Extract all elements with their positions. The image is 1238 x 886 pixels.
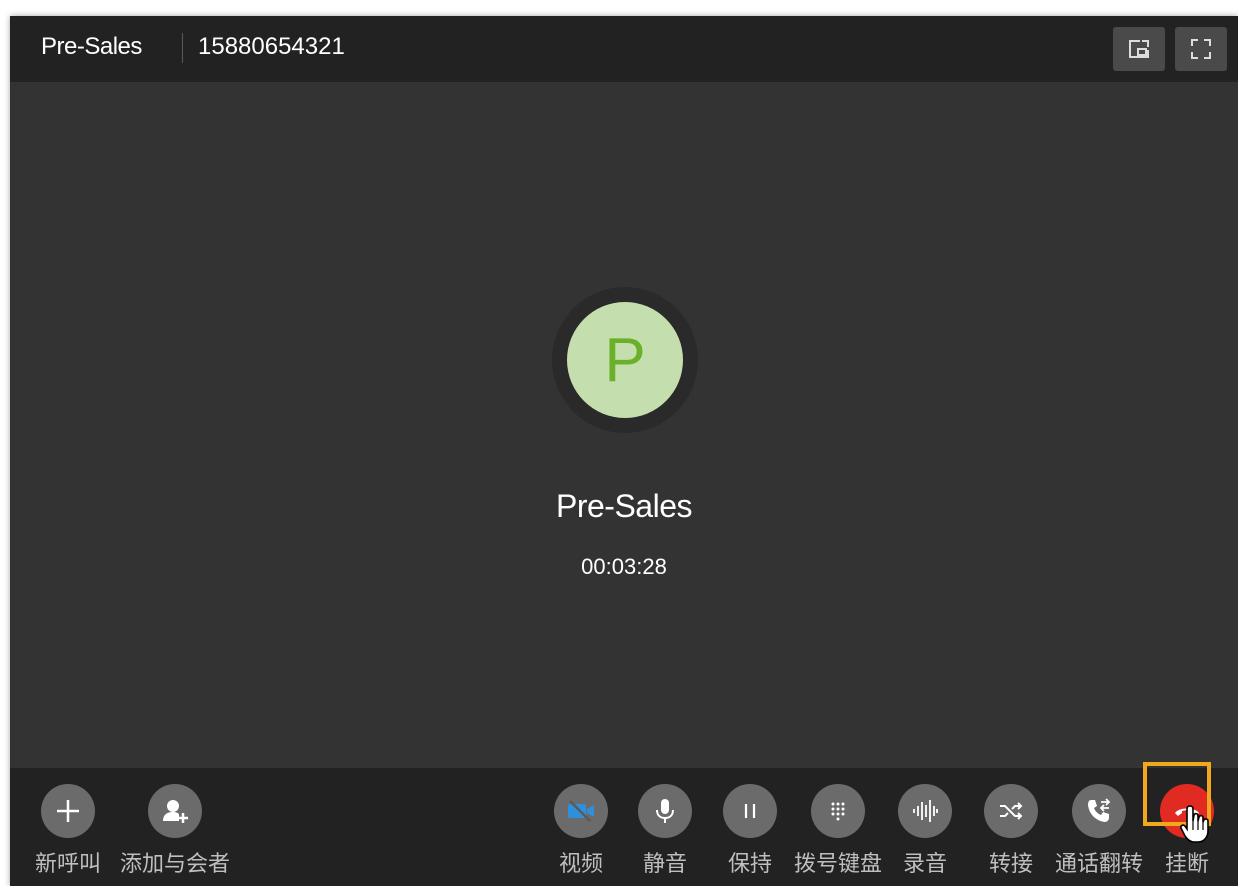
header-divider	[182, 33, 183, 63]
call-flip-circle[interactable]	[1072, 784, 1126, 838]
call-window: Pre-Sales 15880654321 P Pre-Sales 00:03:…	[10, 16, 1238, 886]
hang-up-label: 挂断	[1164, 851, 1209, 876]
add-user-icon	[163, 800, 188, 823]
dialpad-icon	[831, 802, 845, 821]
avatar: P	[567, 302, 683, 418]
call-header: Pre-Sales 15880654321	[10, 16, 1238, 82]
dialpad-circle[interactable]	[811, 784, 865, 838]
call-flip-icon	[1088, 798, 1111, 822]
caller-name: Pre-Sales	[556, 488, 693, 524]
hold-circle[interactable]	[723, 784, 777, 838]
fullscreen-button[interactable]	[1175, 27, 1227, 71]
call-toolbar: 新呼叫 添加与会者 视频 静音 保持 拨号键盘 录音 转接 通话翻转 挂断	[10, 768, 1238, 886]
fullscreen-icon	[1191, 39, 1211, 59]
plus-icon	[57, 800, 79, 822]
video-circle[interactable]	[554, 784, 608, 838]
add-participant-button[interactable]: 添加与会者	[120, 768, 230, 886]
header-caller-name: Pre-Sales	[41, 33, 142, 60]
shuffle-icon	[1000, 802, 1023, 820]
video-off-icon	[568, 800, 594, 822]
add-participant-label: 添加与会者	[119, 851, 230, 876]
waveform-icon	[913, 800, 938, 822]
picture-in-picture-icon	[1129, 40, 1149, 58]
call-duration: 00:03:28	[581, 554, 667, 579]
transfer-circle[interactable]	[984, 784, 1038, 838]
hand-cursor-icon	[1180, 805, 1209, 843]
picture-in-picture-button[interactable]	[1113, 27, 1165, 71]
add-participant-circle[interactable]	[148, 784, 202, 838]
mute-circle[interactable]	[638, 784, 692, 838]
pause-icon	[744, 804, 756, 818]
new-call-circle[interactable]	[41, 784, 95, 838]
record-circle[interactable]	[898, 784, 952, 838]
header-caller-number: 15880654321	[198, 33, 345, 60]
microphone-icon	[656, 799, 674, 823]
